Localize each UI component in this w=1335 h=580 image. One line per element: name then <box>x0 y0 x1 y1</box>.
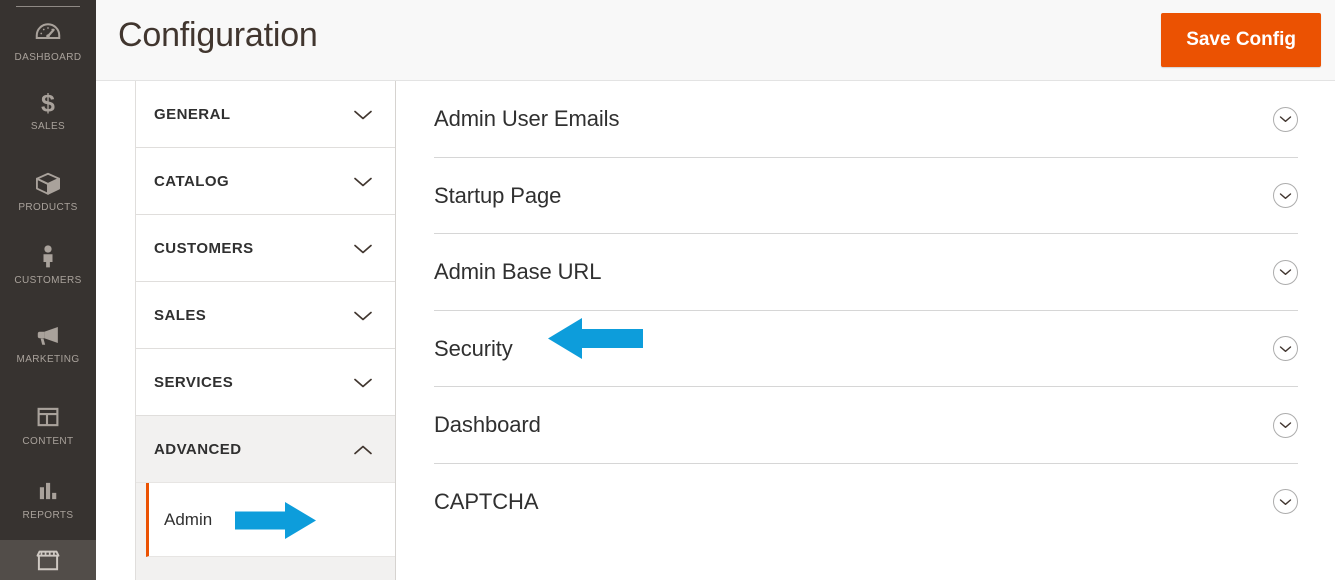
sidebar-item-label: MARKETING <box>16 354 80 365</box>
sidebar-item-customers[interactable]: CUSTOMERS <box>0 239 96 287</box>
sidebar-item-label: CUSTOMERS <box>14 275 82 286</box>
chevron-down-icon[interactable] <box>353 148 373 215</box>
admin-main-sidebar: DASHBOARD $ SALES PRODUCTS CUSTOMERS MAR… <box>0 0 96 580</box>
config-nav-section-customers: CUSTOMERS <box>136 215 395 282</box>
box-icon <box>0 166 96 200</box>
chevron-down-circle-icon[interactable] <box>1273 387 1298 464</box>
config-nav-label: ADVANCED <box>154 441 242 458</box>
config-group-title: CAPTCHA <box>434 488 539 514</box>
chevron-down-circle-icon[interactable] <box>1273 81 1298 158</box>
config-group-title: Dashboard <box>434 412 541 437</box>
configuration-section-nav: GENERAL CATALOG CUSTOMERS SALES SERVICES… <box>135 81 396 580</box>
config-group-admin-base-url[interactable]: Admin Base URL <box>434 234 1298 311</box>
sidebar-item-stores[interactable] <box>0 540 96 580</box>
chevron-down-icon[interactable] <box>353 349 373 416</box>
config-nav-section-advanced: ADVANCED Admin <box>136 416 395 557</box>
config-nav-section-catalog: CATALOG <box>136 148 395 215</box>
layout-window-icon <box>0 400 96 434</box>
config-group-captcha[interactable]: CAPTCHA <box>434 464 1298 541</box>
sidebar-item-products[interactable]: PRODUCTS <box>0 166 96 214</box>
config-group-security[interactable]: Security <box>434 311 1298 388</box>
config-nav-header-sales[interactable]: SALES <box>136 282 395 349</box>
config-group-title: Security <box>434 335 513 361</box>
configuration-groups-panel: Admin User Emails Startup Page Admin Bas… <box>397 81 1335 580</box>
config-group-dashboard[interactable]: Dashboard <box>434 387 1298 464</box>
config-nav-header-general[interactable]: GENERAL <box>136 81 395 148</box>
storefront-icon <box>0 540 96 574</box>
sidebar-item-label: REPORTS <box>22 510 74 521</box>
svg-text:$: $ <box>41 89 55 117</box>
magento-admin-configuration-page: DASHBOARD $ SALES PRODUCTS CUSTOMERS MAR… <box>0 0 1335 580</box>
config-nav-label: GENERAL <box>154 106 231 123</box>
config-nav-item-admin[interactable]: Admin <box>146 483 395 557</box>
chevron-down-circle-icon[interactable] <box>1273 234 1298 311</box>
chevron-down-icon[interactable] <box>353 81 373 148</box>
sidebar-item-label: SALES <box>30 121 66 132</box>
config-nav-header-advanced[interactable]: ADVANCED <box>136 416 395 483</box>
config-nav-section-services: SERVICES <box>136 349 395 416</box>
dollar-sign-icon: $ <box>0 85 96 119</box>
config-group-title: Admin User Emails <box>434 106 620 131</box>
config-group-admin-user-emails[interactable]: Admin User Emails <box>434 81 1298 158</box>
config-nav-label: CATALOG <box>154 173 230 190</box>
chevron-down-circle-icon[interactable] <box>1273 464 1298 541</box>
sidebar-item-sales[interactable]: $ SALES <box>0 85 96 133</box>
config-group-title: Startup Page <box>434 182 562 208</box>
config-nav-label: SALES <box>154 307 207 324</box>
sidebar-divider <box>16 6 80 7</box>
chevron-down-icon[interactable] <box>353 215 373 282</box>
config-nav-subitem-label: Admin <box>164 510 213 529</box>
bar-chart-icon <box>0 474 96 508</box>
config-nav-header-customers[interactable]: CUSTOMERS <box>136 215 395 282</box>
chevron-down-circle-icon[interactable] <box>1273 158 1298 235</box>
page-header: Configuration Save Config <box>96 0 1335 81</box>
config-nav-label: SERVICES <box>154 374 234 391</box>
config-group-startup-page[interactable]: Startup Page <box>434 158 1298 235</box>
save-config-button[interactable]: Save Config <box>1161 13 1321 67</box>
chevron-down-icon[interactable] <box>353 282 373 349</box>
sidebar-item-dashboard[interactable]: DASHBOARD <box>0 16 96 64</box>
page-title: Configuration <box>118 16 318 54</box>
dashboard-gauge-icon <box>0 16 96 50</box>
chevron-up-icon[interactable] <box>353 416 373 483</box>
sidebar-item-content[interactable]: CONTENT <box>0 400 96 448</box>
config-nav-section-sales: SALES <box>136 282 395 349</box>
megaphone-icon <box>0 318 96 352</box>
config-nav-label: CUSTOMERS <box>154 240 254 257</box>
config-nav-header-services[interactable]: SERVICES <box>136 349 395 416</box>
sidebar-item-label: CONTENT <box>22 436 74 447</box>
sidebar-item-label: PRODUCTS <box>18 202 78 213</box>
config-nav-section-general: GENERAL <box>136 81 395 148</box>
person-icon <box>0 239 96 273</box>
config-nav-header-catalog[interactable]: CATALOG <box>136 148 395 215</box>
sidebar-item-reports[interactable]: REPORTS <box>0 474 96 522</box>
sidebar-item-label: DASHBOARD <box>14 52 82 63</box>
sidebar-item-marketing[interactable]: MARKETING <box>0 318 96 366</box>
chevron-down-circle-icon[interactable] <box>1273 311 1298 388</box>
config-group-title: Admin Base URL <box>434 259 602 284</box>
